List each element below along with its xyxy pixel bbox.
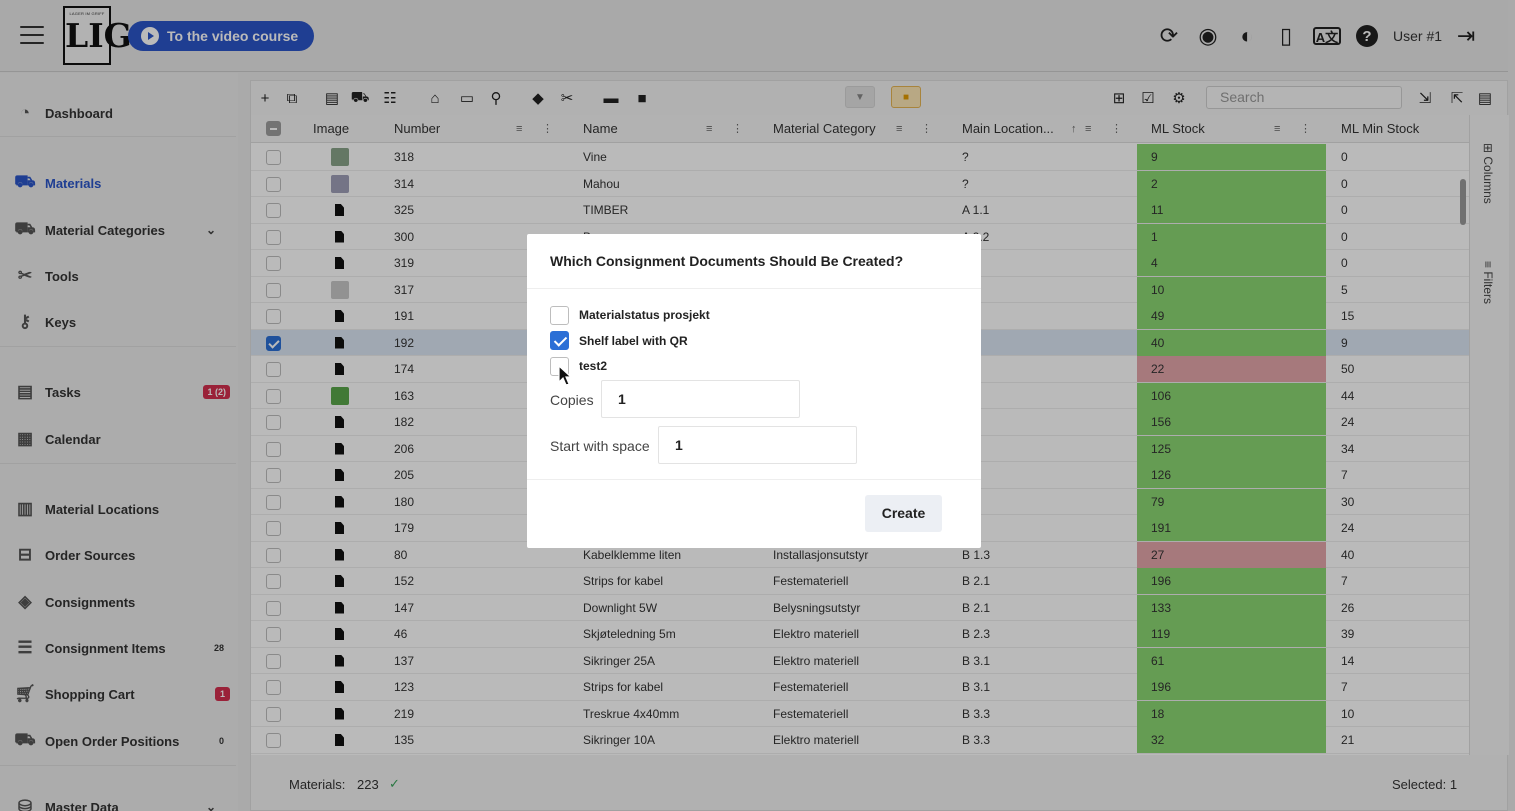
consignment-documents-dialog: Which Consignment Documents Should Be Cr… (527, 234, 981, 548)
copies-input[interactable]: 1 (601, 380, 800, 418)
app-window: LAGER IM GRIFF LIG To the video course ⟳… (0, 0, 1515, 811)
option-checkbox-shelf-label[interactable] (550, 331, 569, 350)
start-with-space-label: Start with space (550, 438, 650, 454)
copies-label: Copies (550, 392, 594, 408)
divider (527, 479, 981, 480)
mouse-pointer-icon (558, 365, 572, 386)
option-label[interactable]: test2 (579, 359, 607, 373)
dialog-title: Which Consignment Documents Should Be Cr… (550, 253, 904, 269)
create-button[interactable]: Create (865, 495, 942, 532)
start-with-space-input[interactable]: 1 (658, 426, 857, 464)
option-label[interactable]: Materialstatus prosjekt (579, 308, 710, 322)
option-checkbox-materialstatus[interactable] (550, 306, 569, 325)
divider (527, 288, 981, 289)
option-label[interactable]: Shelf label with QR (579, 334, 688, 348)
